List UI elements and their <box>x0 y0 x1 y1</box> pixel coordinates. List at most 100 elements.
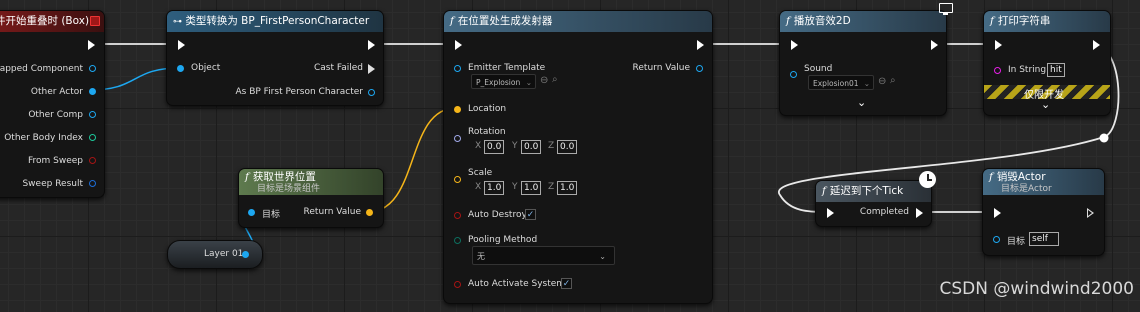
print-exec-in-pin[interactable] <box>995 40 1002 50</box>
layer01-out-pin[interactable] <box>242 251 249 258</box>
print-exec-out-pin[interactable] <box>1093 40 1100 50</box>
sound-pin[interactable] <box>790 71 797 78</box>
cast-node[interactable]: ⊶ 类型转换为 BP_FirstPersonCharacter Object C… <box>166 10 384 106</box>
cast-node-header: ⊶ 类型转换为 BP_FirstPersonCharacter <box>167 11 383 32</box>
auto-activate-pin[interactable] <box>454 281 461 288</box>
overlap-pin-label-2: Other Comp <box>28 110 83 120</box>
sound-node-title: 播放音效2D <box>793 15 851 27</box>
sound-exec-out-pin[interactable] <box>931 40 938 50</box>
overlap-event-node[interactable]: 件开始重叠时 (Box) erlapped Component Other Ac… <box>0 10 105 198</box>
destroy-target-input[interactable]: self <box>1029 232 1059 246</box>
rotation-z-input[interactable]: 0.0 <box>557 140 578 154</box>
in-string-label: In String <box>1008 65 1047 75</box>
layer01-variable-node[interactable]: Layer 01 <box>167 240 263 269</box>
delay-exec-in-pin[interactable] <box>827 208 834 218</box>
spawn-return-label: Return Value <box>632 63 690 73</box>
spawn-emitter-node[interactable]: f 在位置处生成发射器 Emitter Template P_Explosion … <box>443 10 713 304</box>
rotation-x-input[interactable]: 0.0 <box>484 140 505 154</box>
cast-exec-in-pin[interactable] <box>178 40 185 50</box>
in-string-input[interactable]: hit <box>1047 63 1065 77</box>
destroy-actor-node[interactable]: f 销毁Actor 目标是Actor 目标 self <box>982 168 1105 256</box>
function-icon: f <box>450 15 454 27</box>
cast-exec-out-pin[interactable] <box>368 40 375 50</box>
sound-node-header: f 播放音效2D <box>780 11 946 32</box>
pooling-method-pin[interactable] <box>454 237 461 244</box>
sound-exec-in-pin[interactable] <box>791 40 798 50</box>
emitter-template-pin[interactable] <box>454 65 461 72</box>
watermark: CSDN @windwind2000 <box>939 279 1134 299</box>
scale-z-axis: Z <box>548 182 555 192</box>
overlap-node-title: 件开始重叠时 (Box) <box>0 15 90 27</box>
browse-back-icon[interactable]: ⊖ <box>878 76 886 87</box>
function-icon: f <box>989 171 993 183</box>
scale-y-input[interactable]: 1.0 <box>521 181 542 195</box>
get-location-return-label: Return Value <box>303 207 361 217</box>
search-icon[interactable]: ⌕ <box>890 75 896 86</box>
emitter-template-dropdown[interactable]: P_Explosion ⌄ <box>471 74 536 89</box>
pooling-method-value: 无 <box>477 252 485 261</box>
cast-node-title: 类型转换为 BP_FirstPersonCharacter <box>185 15 370 27</box>
browse-back-icon[interactable]: ⊖ <box>540 75 548 86</box>
overlap-pin-5[interactable] <box>89 180 96 187</box>
get-location-target-label: 目标 <box>262 210 281 220</box>
get-world-location-node[interactable]: f 获取世界位置 目标是场景组件 目标 Return Value <box>238 168 384 228</box>
scale-x-input[interactable]: 1.0 <box>484 181 505 195</box>
location-pin[interactable] <box>454 106 461 113</box>
pooling-method-dropdown[interactable]: 无 ⌄ <box>472 246 615 265</box>
scale-z-input[interactable]: 1.0 <box>557 181 578 195</box>
spawn-node-title: 在位置处生成发射器 <box>457 15 553 27</box>
play-sound-2d-node[interactable]: f 播放音效2D Sound Explosion01 ⌄ ⊖ ⌕ ⌄ <box>779 10 947 116</box>
function-icon: f <box>822 185 826 197</box>
overlap-pin-label-5: Sweep Result <box>22 179 83 189</box>
search-icon[interactable]: ⌕ <box>552 74 558 85</box>
scale-pin[interactable] <box>454 176 461 183</box>
overlap-pin-1[interactable] <box>89 88 96 95</box>
get-location-return-pin[interactable] <box>366 209 373 216</box>
auto-activate-checkbox[interactable]: ✓ <box>561 278 572 289</box>
get-location-target-pin[interactable] <box>248 209 255 216</box>
monitor-icon <box>937 2 953 16</box>
get-location-title: 获取世界位置 <box>252 171 316 183</box>
in-string-pin[interactable] <box>994 67 1001 74</box>
rotation-label: Rotation <box>468 127 506 137</box>
overlap-pin-3[interactable] <box>89 134 96 141</box>
cast-object-pin[interactable] <box>177 65 184 72</box>
print-node-header: f 打印字符串 <box>984 11 1110 32</box>
emitter-template-value: P_Explosion <box>476 78 521 87</box>
print-string-node[interactable]: f 打印字符串 In String hit 仅限开发 ⌄ <box>983 10 1111 116</box>
cast-as-bp-label: As BP First Person Character <box>235 87 363 97</box>
destroy-target-pin[interactable] <box>993 236 1000 243</box>
overlap-exec-out-pin[interactable] <box>88 40 95 50</box>
spawn-return-pin[interactable] <box>696 65 703 72</box>
scale-label: Scale <box>468 168 493 178</box>
sound-label: Sound <box>804 64 833 74</box>
destroy-node-header: f 销毁Actor 目标是Actor <box>983 169 1104 195</box>
destroy-exec-in-pin[interactable] <box>994 208 1001 218</box>
spawn-exec-out-pin[interactable] <box>697 40 704 50</box>
destroy-node-subtitle: 目标是Actor <box>1001 184 1052 194</box>
rotation-y-axis: Y <box>512 141 518 151</box>
delay-node-header: f 延迟到下个Tick <box>816 181 931 202</box>
rotation-z-axis: Z <box>548 141 555 151</box>
expand-chevron-icon[interactable]: ⌄ <box>1041 98 1050 111</box>
completed-exec-pin[interactable] <box>916 208 923 218</box>
cast-failed-pin[interactable] <box>368 64 375 74</box>
spawn-exec-in-pin[interactable] <box>455 40 462 50</box>
expand-chevron-icon[interactable]: ⌄ <box>857 96 866 109</box>
overlap-pin-2[interactable] <box>89 111 96 118</box>
overlap-pin-label-4: From Sweep <box>27 156 83 166</box>
overlap-pin-0[interactable] <box>89 65 96 72</box>
rotation-pin[interactable] <box>454 135 461 142</box>
rotation-y-input[interactable]: 0.0 <box>521 140 542 154</box>
cast-as-bp-pin[interactable] <box>368 89 375 96</box>
auto-destroy-checkbox[interactable]: ✓ <box>525 209 536 220</box>
destroy-exec-out-pin[interactable] <box>1087 208 1094 218</box>
destroy-target-label: 目标 <box>1007 237 1026 247</box>
get-location-header: f 获取世界位置 目标是场景组件 <box>239 169 383 195</box>
overlap-pin-4[interactable] <box>89 157 96 164</box>
auto-destroy-pin[interactable] <box>454 212 461 219</box>
destroy-node-title: 销毁Actor <box>996 171 1046 183</box>
emitter-template-label: Emitter Template <box>468 63 546 73</box>
delay-next-tick-node[interactable]: f 延迟到下个Tick Completed <box>815 180 932 227</box>
sound-dropdown[interactable]: Explosion01 ⌄ <box>808 75 874 90</box>
